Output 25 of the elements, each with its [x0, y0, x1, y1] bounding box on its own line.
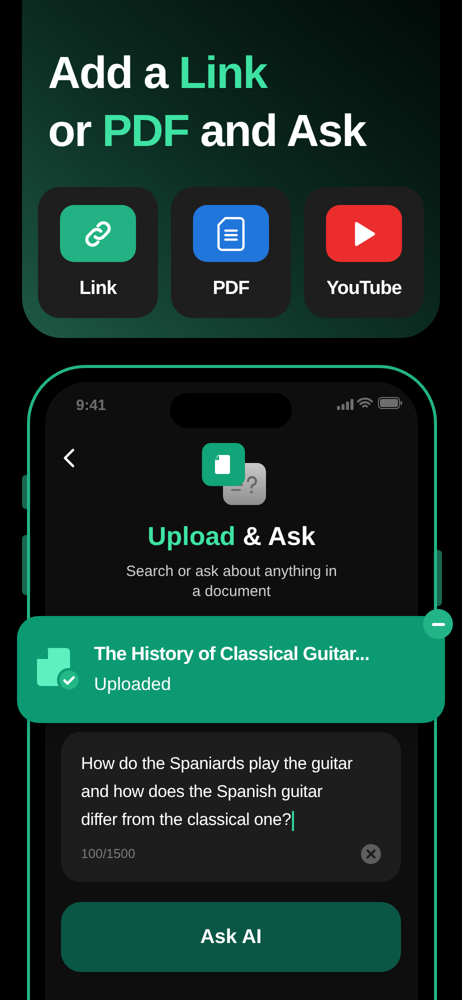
- source-label: YouTube: [326, 277, 402, 301]
- battery-icon: [378, 397, 402, 409]
- document-icon: [217, 216, 245, 250]
- source-label: PDF: [212, 277, 250, 301]
- upload-status: Uploaded: [94, 673, 172, 696]
- question-field[interactable]: How do the Spaniards play the guitar and how does the Spanish guitar differ from the classical one? 100/1500: [61, 732, 401, 882]
- wifi-icon: [357, 397, 373, 409]
- headline: Add a Link or PDF and Ask: [47, 46, 368, 158]
- source-card[interactable]: YouTube: [304, 187, 424, 318]
- back-icon[interactable]: [62, 448, 76, 468]
- source-card[interactable]: Link: [38, 187, 158, 318]
- character-counter: 100/1500: [81, 845, 136, 864]
- source-card[interactable]: PDF: [171, 187, 291, 318]
- document-question-icon: [202, 443, 266, 505]
- clear-icon[interactable]: [361, 844, 381, 864]
- source-label: Link: [79, 277, 117, 301]
- signal-icon: [337, 399, 354, 410]
- ask-ai-button[interactable]: Ask AI: [61, 902, 401, 972]
- remove-button[interactable]: [423, 609, 453, 639]
- status-time: 9:41: [76, 396, 106, 416]
- document-title: The History of Classical Guitar...: [94, 643, 370, 667]
- question-text: How do the Spaniards play the guitar and how does the Spanish guitar differ from the classical one?: [81, 754, 353, 829]
- screen-title: Upload & Ask: [147, 520, 316, 552]
- screen-subtitle: Search or ask about anything in a document: [125, 562, 338, 602]
- play-icon: [352, 220, 376, 246]
